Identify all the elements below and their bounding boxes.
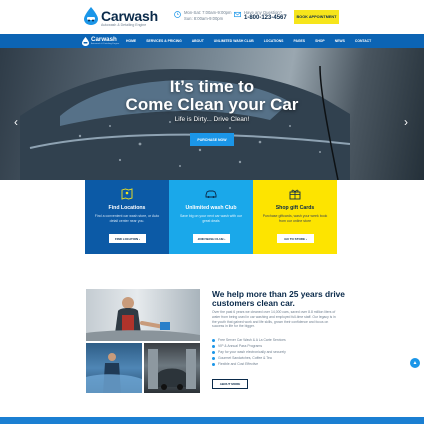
top-header: Carwash Autowash & Detailing Engine Mon-… [0,0,424,34]
opening-hours: Mon-Sat: 7:00am-9:00pm Sun: 8:00am-9:00p… [174,10,232,26]
nav-logo-tagline: Autowash & Detailing Engine [91,43,120,45]
hero-slider: It’s time to Come Clean your Car Life is… [0,48,424,180]
book-appointment-button[interactable]: BOOK APPOINTMENT [294,10,339,24]
about-paragraph: Over the past 6 years we cleaned over 14… [212,310,336,329]
feature-text: Free Server Car Wash & A La Carte Servic… [218,338,286,342]
bullet-icon [212,344,215,348]
card-wash-club: Unlimited wash Club Save big on your nex… [169,180,253,254]
nav-item-locations[interactable]: LOCATIONS [264,39,284,43]
card-text: Find a convenient car wash store, or Aut… [94,214,160,223]
nav-item-services[interactable]: SERVICES & PRICING [146,39,182,43]
slider-next-arrow-icon[interactable]: › [402,116,410,128]
feature-text: Pay for your wash electronically and sec… [218,350,286,354]
nav-logo[interactable]: Carwash Autowash & Detailing Engine [82,36,128,47]
hero-subtitle: Life is Dirty... Drive Clean! [174,116,250,123]
contact-info: Have any Question? 1-800-123-4567 [234,10,292,26]
nav-logo-title: Carwash [91,36,117,43]
nav-item-shop[interactable]: SHOP [315,39,325,43]
logo-tagline: Autowash & Detailing Engine [101,23,147,27]
water-drop-logo-icon [84,7,98,25]
nav-menu: HOME SERVICES & PRICING ABOUT UNLIMITED … [126,34,381,48]
nav-item-home[interactable]: HOME [126,39,136,43]
bullet-icon [212,350,215,354]
footer-strip [0,417,424,424]
envelope-icon [234,11,241,18]
car-icon [205,190,217,198]
card-text: Save big on your next car wash with our … [179,214,243,223]
phone-number[interactable]: 1-800-123-4567 [244,15,287,21]
bullet-icon [212,362,215,366]
feature-text: Gourmet Sandwiches, Coffee & Tea [218,356,272,360]
feature-list: Free Server Car Wash & A La Carte Servic… [212,338,342,368]
page: Carwash Autowash & Detailing Engine Mon-… [0,0,424,424]
hero-heading-line1: It’s time to [169,77,255,96]
water-drop-logo-icon [82,37,89,46]
nav-item-about[interactable]: ABOUT [192,39,204,43]
worker-photo-icon [86,297,200,341]
about-more-button[interactable]: ABOUT MORE [212,379,248,389]
hours-weekday: Mon-Sat: 7:00am-9:00pm [184,10,232,15]
logo-title: Carwash [101,8,158,24]
slider-prev-arrow-icon[interactable]: ‹ [12,116,20,128]
find-location-button[interactable]: FIND LOCATION › [109,234,146,243]
card-find-locations: Find Locations Find a convenient car was… [85,180,169,254]
clock-icon [174,11,181,18]
nav-item-pages[interactable]: PAGES [293,39,305,43]
bullet-icon [212,338,215,342]
map-icon [121,188,133,200]
main-nav: Carwash Autowash & Detailing Engine HOME… [0,34,424,48]
go-to-store-button[interactable]: GO TO STORE › [277,234,314,243]
join-wash-club-button[interactable]: JOIN WASH CLUB › [193,234,230,243]
logo[interactable]: Carwash Autowash & Detailing Engine [84,7,176,29]
feature-text: VIP & Annual Pass Programs [218,344,263,348]
feature-text: Flexible and Cost Effective [218,362,259,366]
hero-heading-line2: Come Clean your Car [125,95,299,114]
card-title: Shop gift Cards [275,205,315,211]
nav-item-wash-club[interactable]: UNLIMITED WASH CLUB [214,39,254,43]
bullet-icon [212,356,215,360]
nav-item-contact[interactable]: CONTACT [355,39,371,43]
scroll-to-top-icon[interactable]: ▲ [410,358,420,368]
card-title: Unlimited wash Club [185,205,237,211]
tunnel-photo-icon [148,349,196,390]
washing-photo-icon [86,353,142,393]
purchase-now-button[interactable]: PURCHASE NOW [190,133,234,146]
card-text: Purchase giftcards, wash your week book … [262,214,328,223]
list-item: Flexible and Cost Effective [212,362,342,368]
worker-cleaning-photo [86,289,200,341]
card-title: Find Locations [108,205,146,211]
gift-icon [289,189,301,200]
worker-washing-car-photo [86,343,142,393]
about-heading: We help more than 25 years drive custome… [212,289,345,308]
car-wash-tunnel-photo [144,343,200,393]
hours-weekend: Sun: 8:00am-9:00pm [184,16,224,21]
card-gift-cards: Shop gift Cards Purchase giftcards, wash… [253,180,337,254]
nav-item-news[interactable]: NEWS [335,39,345,43]
